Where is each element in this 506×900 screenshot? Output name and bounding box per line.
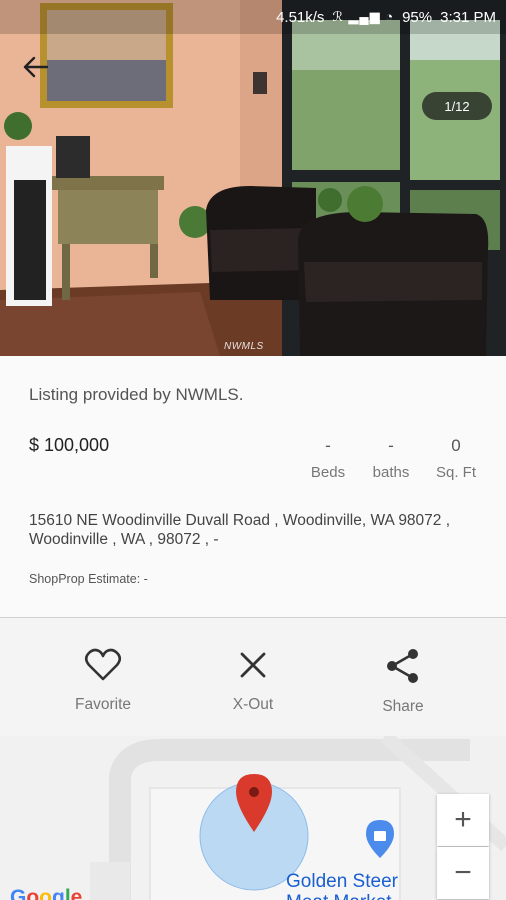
share-button[interactable]: Share — [343, 648, 463, 716]
photo-counter: 1/12 — [422, 92, 492, 120]
sqft-value: 0 — [451, 436, 461, 455]
favorite-label: Favorite — [75, 696, 131, 713]
listing-photo[interactable]: 4.51k/s ℛ ▂▄▆ ◔ 95% 3:31 PM 1/12 NWMLS — [0, 0, 506, 356]
favorite-button[interactable]: Favorite — [43, 648, 163, 714]
back-button[interactable] — [22, 56, 58, 92]
map-canvas — [0, 736, 506, 900]
interior-photo — [0, 0, 506, 356]
action-bar: Favorite X-Out Share — [0, 618, 506, 736]
poi-label[interactable]: Golden Steer — [286, 871, 398, 893]
listing-provider: Listing provided by NWMLS. — [29, 385, 244, 404]
zoom-out-button[interactable]: − — [437, 847, 489, 899]
listing-price: $ 100,000 — [29, 435, 110, 455]
signal-icon: ℛ ▂▄▆ ◔ — [332, 9, 395, 24]
google-logo: Google — [10, 886, 83, 900]
network-speed: 4.51k/s — [276, 8, 325, 26]
sqft-stat: 0 Sq. Ft — [416, 436, 496, 481]
close-icon — [240, 652, 266, 678]
zoom-in-button[interactable]: + — [437, 794, 489, 846]
heart-icon — [84, 648, 122, 681]
location-map[interactable]: + − Golden Steer Meat Market Google — [0, 736, 506, 900]
listing-address: 15610 NE Woodinville Duvall Road , Woodi… — [29, 512, 451, 548]
xout-button[interactable]: X-Out — [193, 648, 313, 714]
clock: 3:31 PM — [440, 8, 496, 26]
battery-level: 95% — [402, 8, 433, 26]
share-label: Share — [382, 698, 424, 715]
watermark: NWMLS — [224, 341, 264, 352]
listing-info: Listing provided by NWMLS. $ 100,000 - B… — [0, 356, 506, 618]
arrow-left-icon — [23, 56, 48, 78]
share-icon — [387, 649, 418, 683]
poi-label-line2[interactable]: Meat Market — [286, 892, 392, 900]
xout-label: X-Out — [232, 696, 274, 713]
status-bar: 4.51k/s ℛ ▂▄▆ ◔ 95% 3:31 PM — [0, 0, 506, 34]
sqft-label: Sq. Ft — [435, 464, 476, 481]
shopprop-estimate: ShopProp Estimate: - — [29, 572, 148, 586]
